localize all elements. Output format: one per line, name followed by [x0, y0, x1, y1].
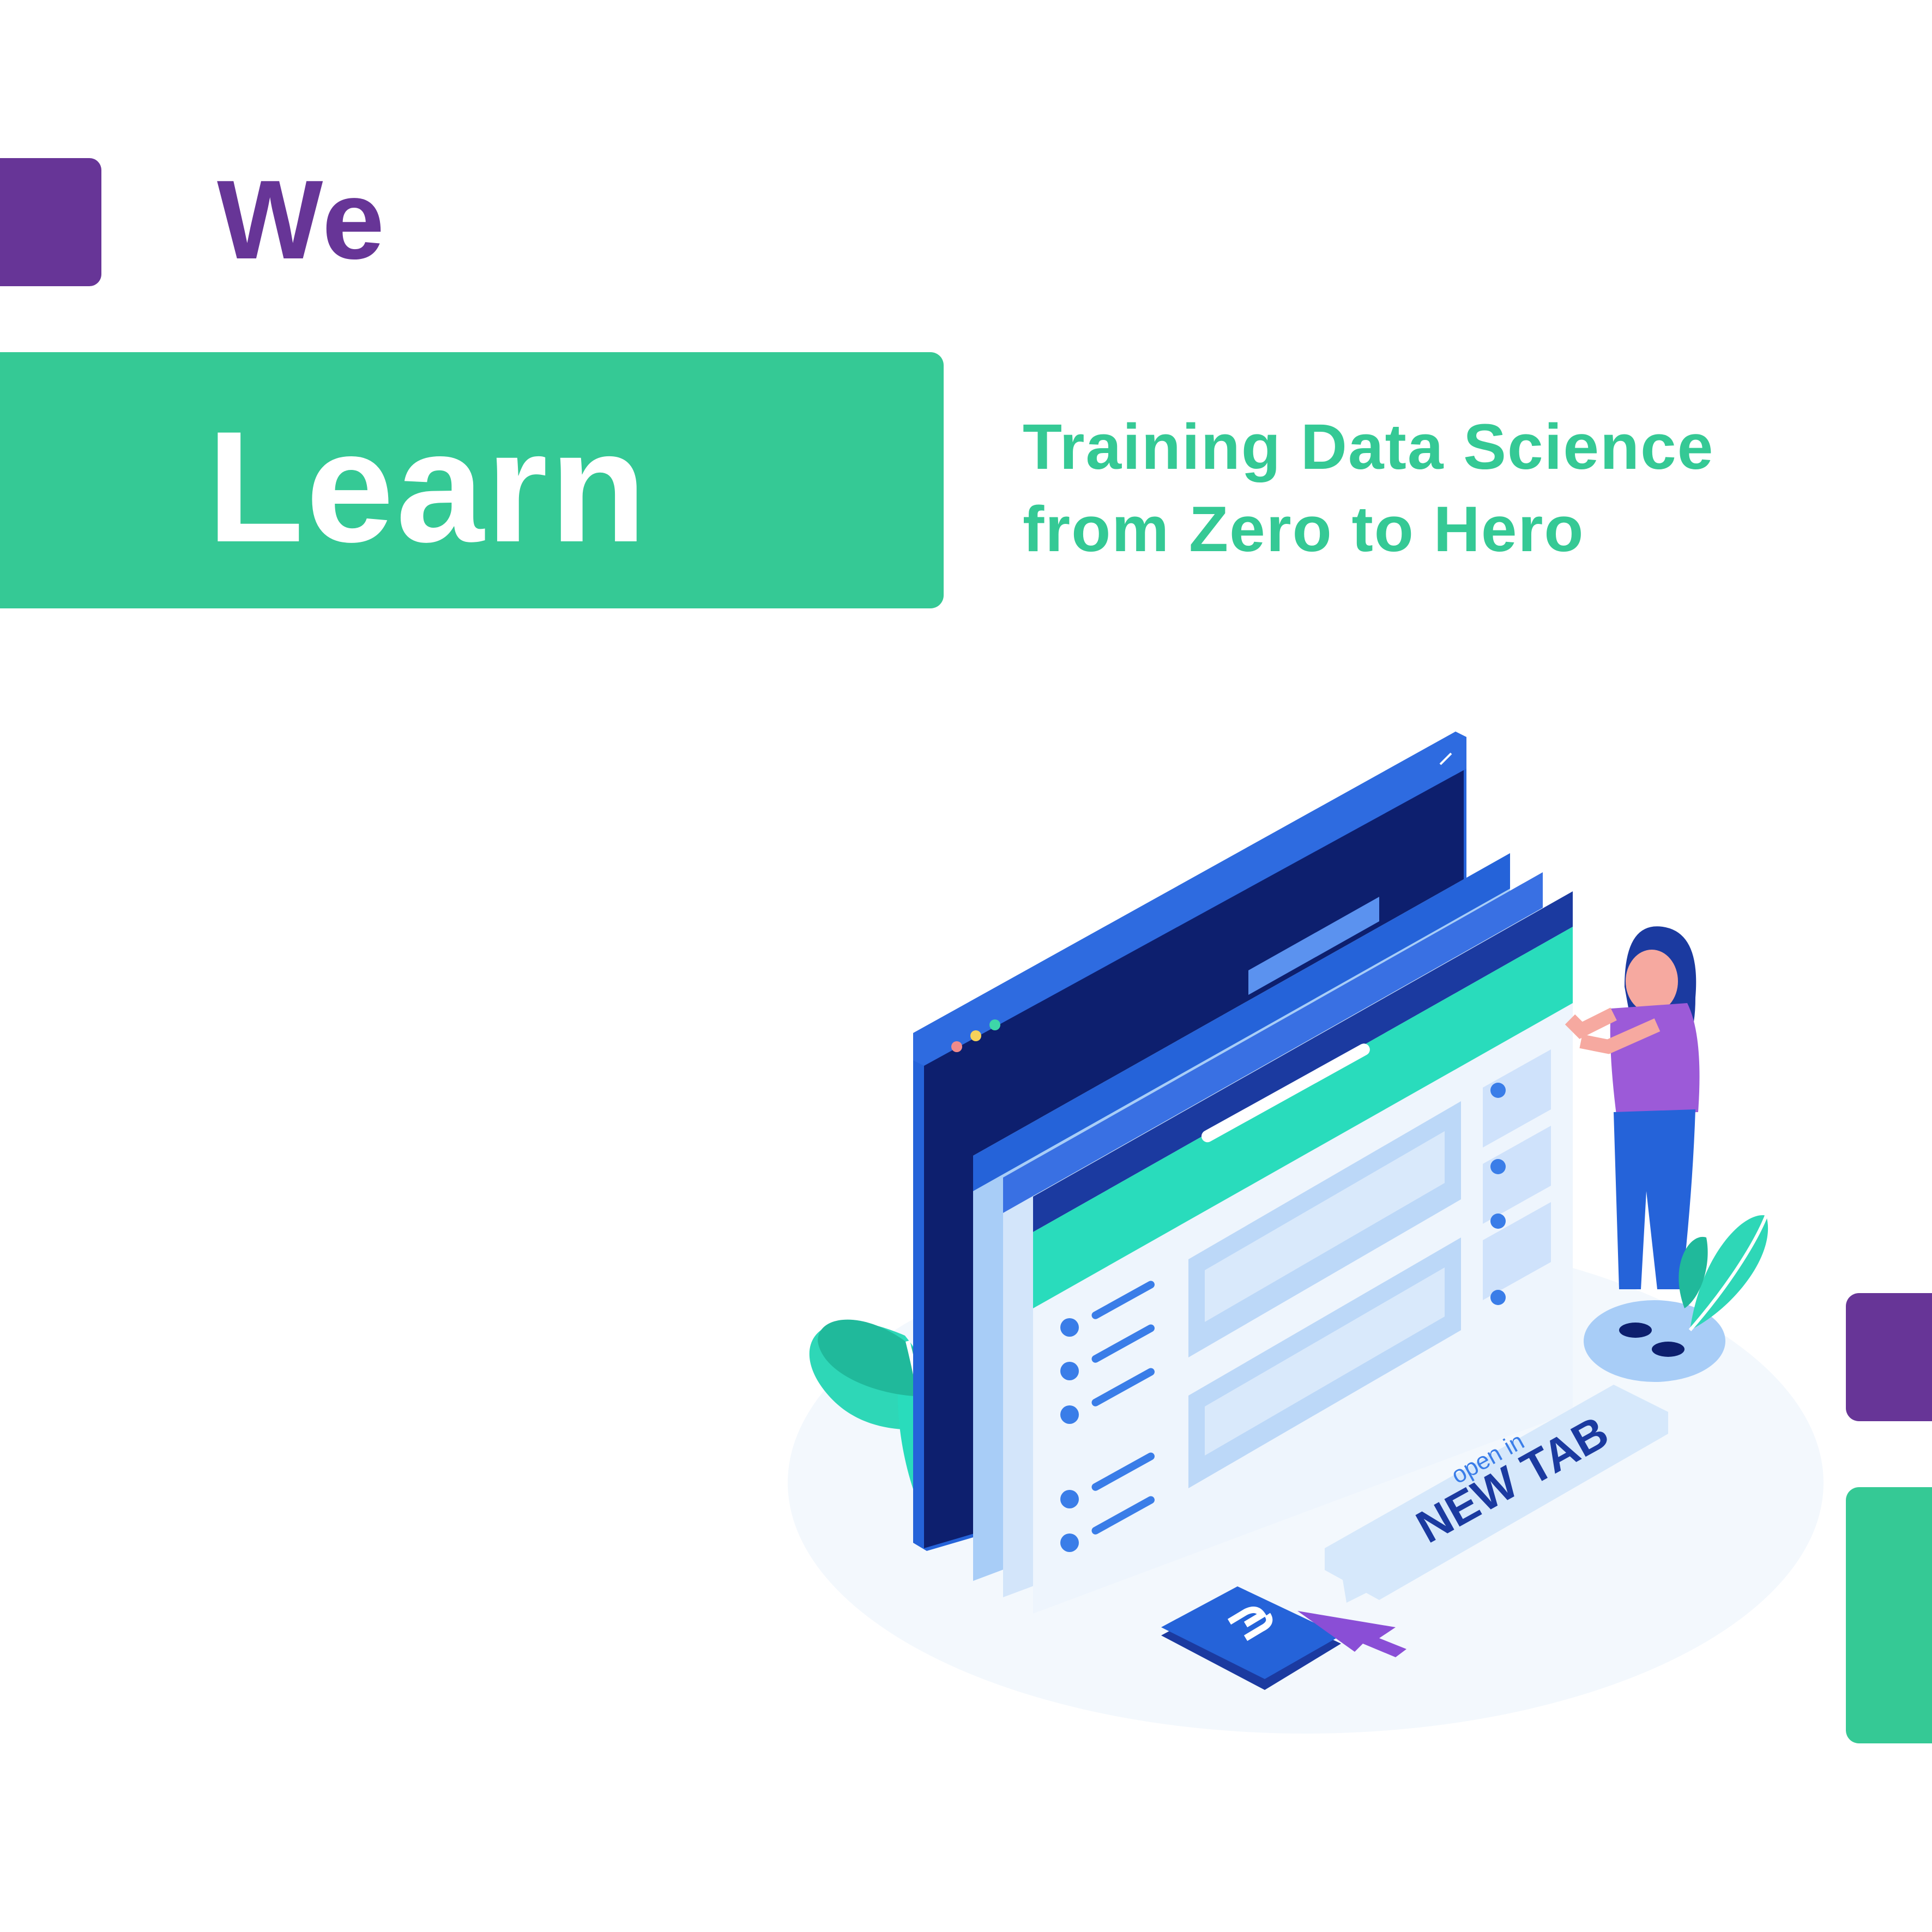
headline-learn: Learn [207, 399, 649, 575]
purple-accent-block-top [0, 158, 101, 286]
purple-accent-block-right [1846, 1293, 1932, 1421]
tagline-line-1: Training Data Science [1023, 411, 1714, 483]
tagline: Training Data Science from Zero to Hero [1023, 406, 1714, 571]
tagline-line-2: from Zero to Hero [1023, 493, 1585, 566]
isometric-illustration: open in NEW TAB [788, 732, 1824, 1734]
headline-we: We [217, 157, 386, 282]
green-accent-block-right [1846, 1487, 1932, 1743]
